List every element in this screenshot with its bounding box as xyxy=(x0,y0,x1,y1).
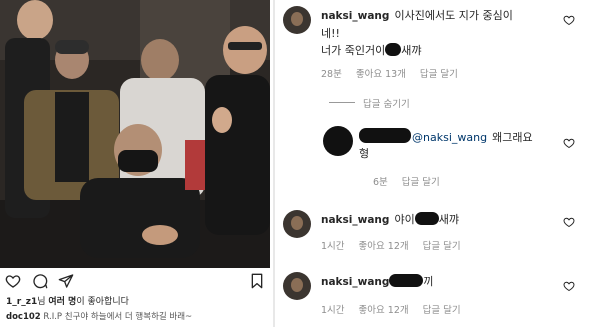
censor-blob xyxy=(359,128,411,143)
post-panel: 1_r_z1님 여러 명이 좋아합니다 doc102 R.I.P 친구야 하늘에… xyxy=(0,0,270,327)
comment-3-body: naksi_wang 야이 새꺄 xyxy=(321,210,459,228)
comment-text-b: 새꺄 xyxy=(438,213,460,226)
censor-blob xyxy=(385,43,402,56)
comment-likes-count[interactable]: 좋아요 12개 xyxy=(359,305,409,316)
comment-text-line1: 이사진에서도 지가 중심이 xyxy=(394,9,513,22)
comment-text-line3: 너가 죽인거이 xyxy=(321,44,386,57)
censor-blob xyxy=(414,212,439,225)
comment-likes-count[interactable]: 좋아요 13개 xyxy=(356,69,406,80)
comment-1-body: naksi_wang 이사진에서도 지가 중심이 네!! 너가 죽인거이 새꺄 xyxy=(321,6,561,58)
avatar[interactable] xyxy=(283,6,311,34)
comment-2-line2-wrap: 형 xyxy=(359,144,369,161)
comment-time: 6분 xyxy=(373,177,388,188)
censor-blob xyxy=(389,274,424,287)
comment-2-body: @naksi_wang 왜그래요 xyxy=(412,128,533,145)
comment-username[interactable]: naksi_wang xyxy=(321,214,389,226)
comment-like-heart-icon[interactable] xyxy=(563,216,575,228)
comment-3-meta: 1시간 좋아요 12개 답글 달기 xyxy=(321,238,475,252)
likes-user[interactable]: 1_r_z1 xyxy=(6,297,37,307)
comment-like-heart-icon[interactable] xyxy=(563,14,575,26)
hide-replies-button[interactable]: 답글 숨기기 xyxy=(363,96,424,110)
likes-text-1: 님 xyxy=(37,297,49,307)
caption-text: R.I.P 친구야 하늘에서 더 행복하길 바래~ xyxy=(43,312,193,322)
comment-2-meta: 6분 답글 달기 xyxy=(373,174,454,188)
comment-text-a: 야이 xyxy=(394,213,415,226)
comment-like-heart-icon[interactable] xyxy=(563,137,575,149)
post-actions-bar xyxy=(0,270,270,292)
heart-icon[interactable] xyxy=(5,273,21,289)
hide-replies-line xyxy=(329,102,355,103)
share-icon[interactable] xyxy=(58,273,74,289)
mention-link[interactable]: @naksi_wang xyxy=(412,131,487,144)
comment-text-line2: 네!! xyxy=(321,27,340,40)
likes-many[interactable]: 여러 명 xyxy=(48,297,76,307)
likes-summary: 1_r_z1님 여러 명이 좋아합니다 xyxy=(6,294,129,307)
panel-divider xyxy=(273,0,275,327)
reply-button[interactable]: 답글 달기 xyxy=(420,69,458,80)
likes-text-2: 이 좋아합니다 xyxy=(76,297,129,307)
group-photo-image xyxy=(0,0,270,268)
post-photo xyxy=(0,0,270,268)
comment-1-meta: 28분 좋아요 13개 답글 달기 xyxy=(321,66,472,80)
comment-time: 28분 xyxy=(321,69,342,80)
avatar[interactable] xyxy=(283,272,311,300)
comment-likes-count[interactable]: 좋아요 12개 xyxy=(359,241,409,252)
bookmark-icon[interactable] xyxy=(249,273,265,289)
reply-button[interactable]: 답글 달기 xyxy=(423,305,461,316)
comment-username[interactable]: naksi_wang xyxy=(321,10,389,22)
comments-panel: naksi_wang 이사진에서도 지가 중심이 네!! 너가 죽인거이 새꺄 2… xyxy=(277,0,600,327)
comment-like-heart-icon[interactable] xyxy=(563,280,575,292)
caption-username[interactable]: doc102 xyxy=(6,312,41,322)
reply-button[interactable]: 답글 달기 xyxy=(402,177,440,188)
hide-replies-label: 답글 숨기기 xyxy=(363,99,410,110)
comment-icon[interactable] xyxy=(32,273,48,289)
post-caption: doc102 R.I.P 친구야 하늘에서 더 행복하길 바래~ xyxy=(6,310,192,322)
comment-time: 1시간 xyxy=(321,241,345,252)
comment-text-line2: 형 xyxy=(359,147,370,160)
reply-button[interactable]: 답글 달기 xyxy=(423,241,461,252)
comment-text-line3b: 새꺄 xyxy=(401,44,422,57)
comment-time: 1시간 xyxy=(321,305,345,316)
comment-4-body: naksi_wang 끼 xyxy=(321,272,434,290)
comment-4-meta: 1시간 좋아요 12개 답글 달기 xyxy=(321,302,475,316)
avatar[interactable] xyxy=(283,210,311,238)
comment-username[interactable]: naksi_wang xyxy=(321,276,389,288)
comment-text-b: 끼 xyxy=(423,275,434,288)
comment-text: 왜그래요 xyxy=(492,131,533,144)
reply-avatar-blurred xyxy=(323,126,353,156)
